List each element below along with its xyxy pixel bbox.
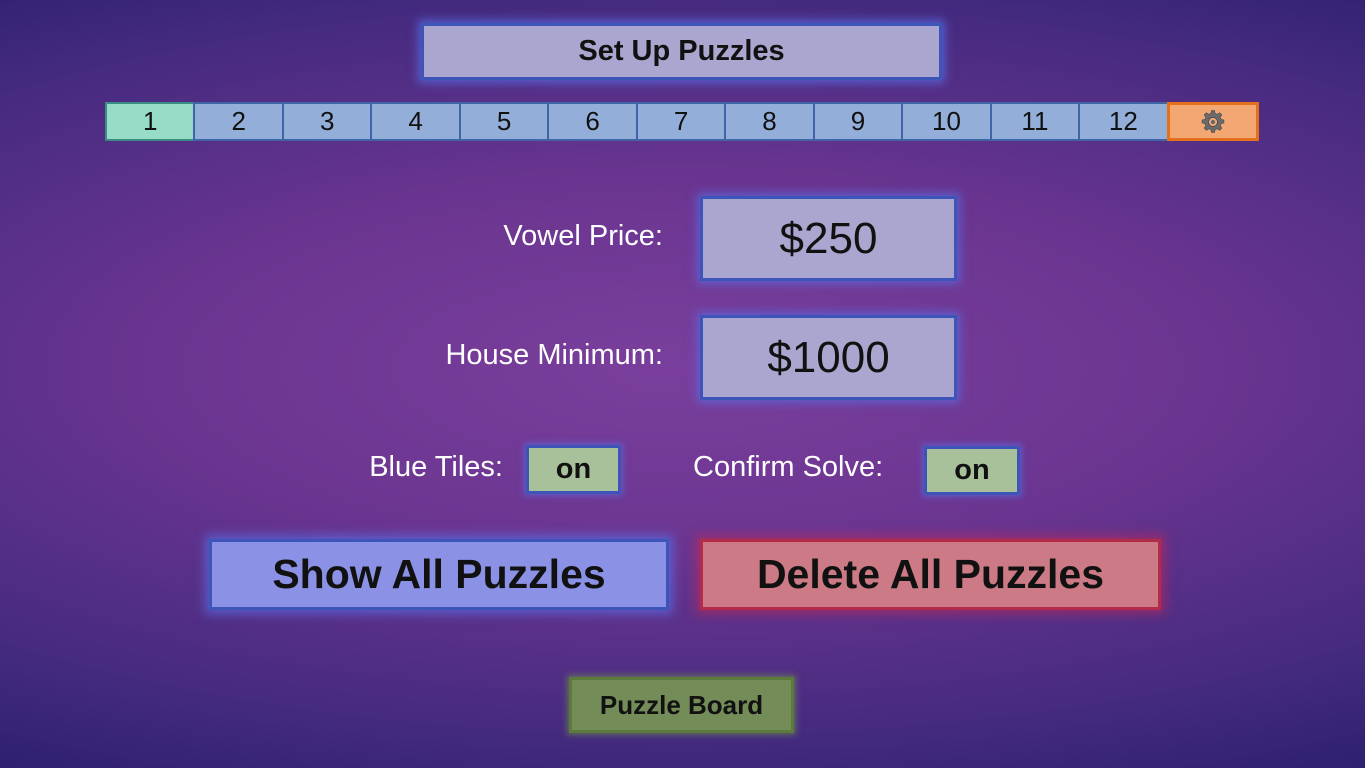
gear-icon	[1201, 109, 1225, 133]
tab-puzzle-8[interactable]: 8	[724, 102, 815, 141]
tab-puzzle-12[interactable]: 12	[1078, 102, 1169, 141]
puzzle-board-button[interactable]: Puzzle Board	[569, 677, 794, 733]
confirm-solve-toggle[interactable]: on	[924, 446, 1020, 495]
tab-puzzle-3[interactable]: 3	[281, 102, 373, 141]
confirm-solve-label: Confirm Solve:	[693, 451, 884, 483]
tab-puzzle-5[interactable]: 5	[458, 102, 550, 141]
vowel-price-field[interactable]: $250	[700, 196, 957, 281]
tab-puzzle-11[interactable]: 11	[989, 102, 1081, 141]
tab-puzzle-1[interactable]: 1	[105, 102, 196, 141]
house-minimum-label: House Minimum:	[445, 339, 663, 371]
tab-puzzle-10[interactable]: 10	[901, 102, 992, 141]
house-minimum-field[interactable]: $1000	[700, 315, 957, 400]
tab-puzzle-9[interactable]: 9	[812, 102, 904, 141]
vowel-price-label: Vowel Price:	[503, 220, 663, 252]
tab-puzzle-4[interactable]: 4	[370, 102, 461, 141]
puzzle-tabs: 1 2 3 4 5 6 7 8 9 10 11 12	[105, 102, 1260, 141]
set-up-puzzles-button[interactable]: Set Up Puzzles	[421, 23, 942, 80]
tab-settings[interactable]	[1166, 102, 1260, 141]
blue-tiles-toggle[interactable]: on	[526, 445, 621, 494]
delete-all-puzzles-button[interactable]: Delete All Puzzles	[700, 539, 1161, 610]
tab-puzzle-6[interactable]: 6	[547, 102, 638, 141]
blue-tiles-label: Blue Tiles:	[369, 451, 503, 483]
show-all-puzzles-button[interactable]: Show All Puzzles	[209, 539, 669, 610]
tab-puzzle-7[interactable]: 7	[635, 102, 727, 141]
tab-puzzle-2[interactable]: 2	[193, 102, 284, 141]
